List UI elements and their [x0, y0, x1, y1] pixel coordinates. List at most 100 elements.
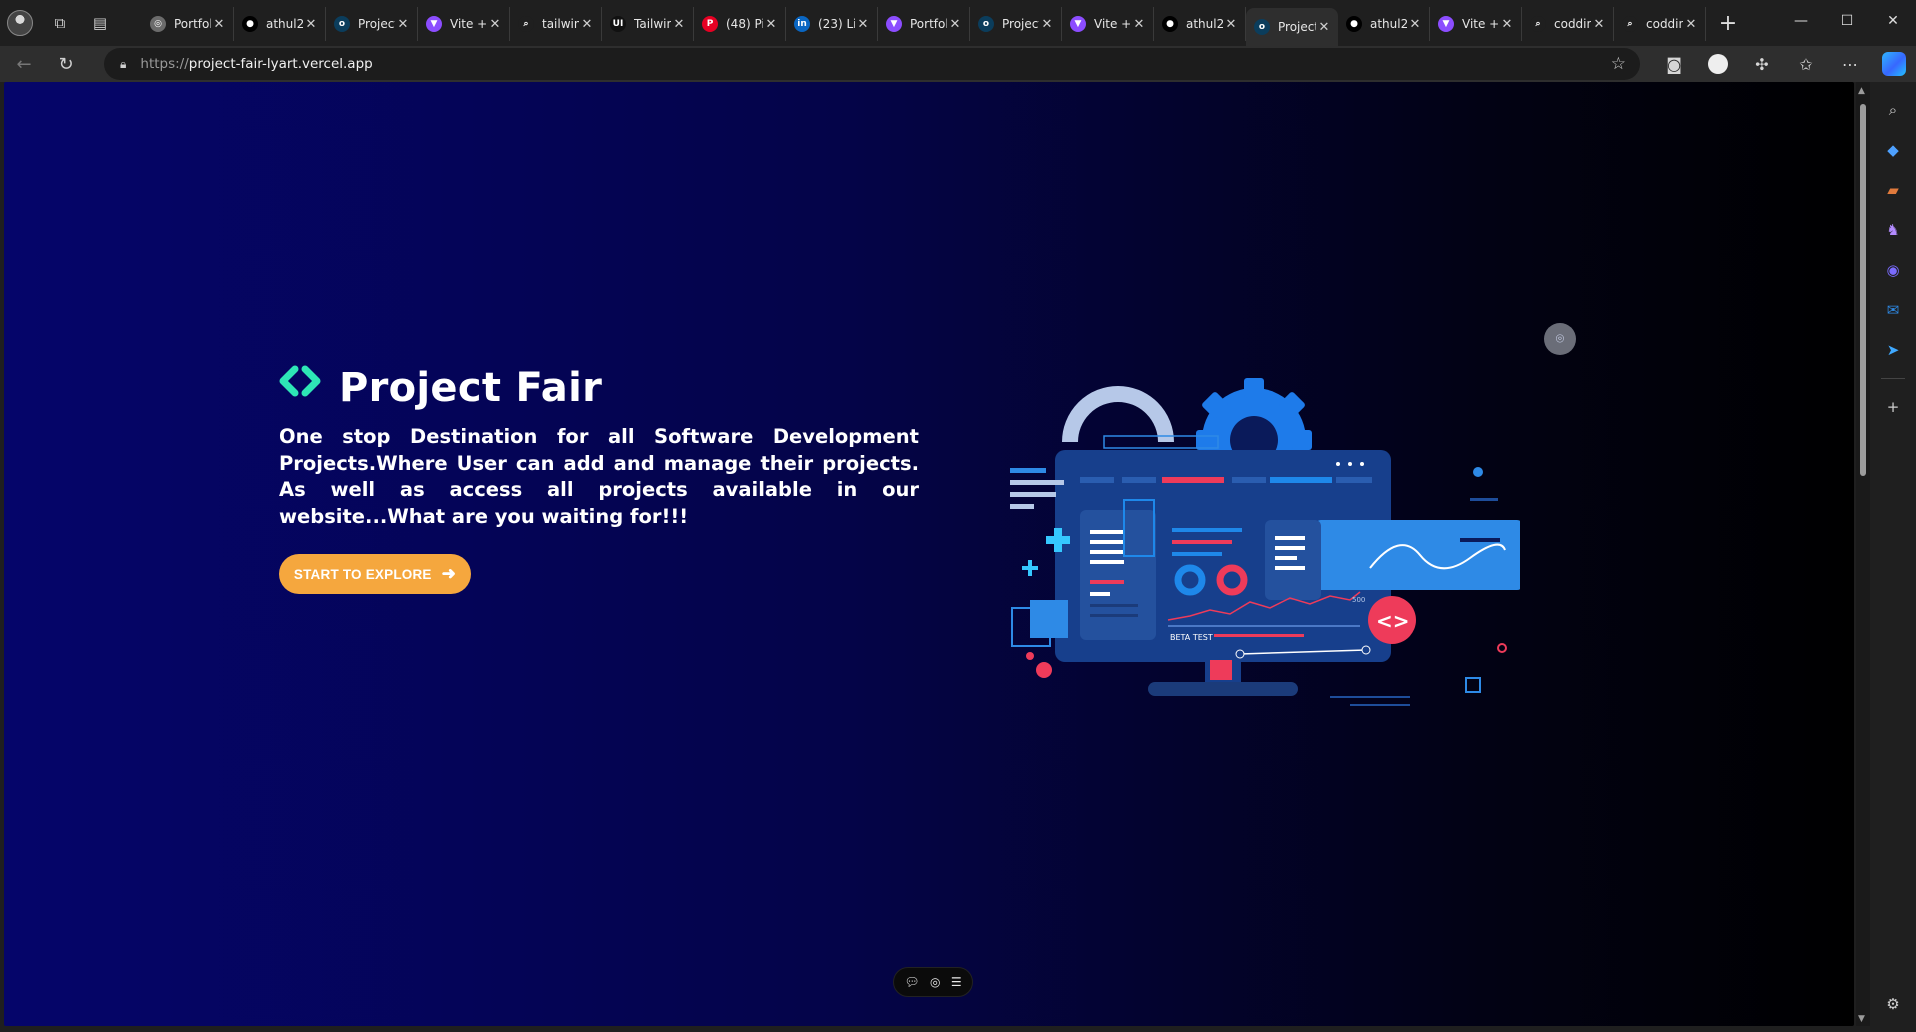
- browser-tab[interactable]: o Project ✕: [1246, 8, 1338, 46]
- scroll-down-icon[interactable]: ▼: [1858, 1014, 1865, 1024]
- tab-close-icon[interactable]: ✕: [763, 17, 779, 32]
- tab-bar: ⧉ ▤ ◎Portfolio✕●athul2✕oProject✕▼Vite + …: [0, 0, 1916, 46]
- browser-tab[interactable]: UI Tailwind✕: [602, 7, 694, 41]
- tab-title: Vite + React: [1094, 17, 1131, 31]
- search-icon[interactable]: ⌕: [1877, 94, 1909, 126]
- tab-close-icon[interactable]: ✕: [303, 17, 319, 32]
- project-fair-icon: o: [1254, 19, 1270, 35]
- games-icon[interactable]: ♞: [1877, 214, 1909, 246]
- shopping-tag-icon[interactable]: ◆: [1877, 134, 1909, 166]
- lock-icon[interactable]: 🔒︎: [120, 57, 126, 72]
- svg-text:<>: <>: [1376, 609, 1410, 633]
- minimize-icon[interactable]: —: [1778, 0, 1824, 42]
- beta-test-label: BETA TEST: [1170, 633, 1213, 642]
- browser-tab[interactable]: o Project ✕: [970, 7, 1062, 41]
- browser-tab[interactable]: ● athul2 ✕: [234, 7, 326, 41]
- globe-icon: ◎: [150, 16, 166, 32]
- page-scrollbar[interactable]: ▲ ▼: [1856, 82, 1870, 1026]
- comment-icon[interactable]: 💬︎: [904, 975, 919, 989]
- github-icon: ●: [1162, 16, 1178, 32]
- browser-tab[interactable]: ▼ Vite + React✕: [1430, 7, 1522, 41]
- back-icon[interactable]: ←: [6, 48, 42, 80]
- tab-close-icon[interactable]: ✕: [487, 17, 503, 32]
- send-icon[interactable]: ➤: [1877, 334, 1909, 366]
- favorites-icon[interactable]: ✩: [1784, 48, 1828, 80]
- search-icon: ⌕: [518, 16, 534, 32]
- outlook-icon[interactable]: ✉: [1877, 294, 1909, 326]
- tab-close-icon[interactable]: ✕: [1316, 20, 1332, 35]
- tagline: One stop Destination for all Software De…: [279, 425, 919, 528]
- vertical-tabs-icon[interactable]: ▤: [80, 0, 120, 46]
- avatar: [7, 10, 33, 36]
- extensions-icon[interactable]: ✣: [1740, 48, 1784, 80]
- chart-card: [1315, 520, 1520, 590]
- favorite-star-icon[interactable]: ☆: [1611, 54, 1626, 74]
- project-fair-icon: o: [978, 16, 994, 32]
- tab-close-icon[interactable]: ✕: [1499, 17, 1515, 32]
- tab-close-icon[interactable]: ✕: [1591, 17, 1607, 32]
- tab-title: codding: [1646, 17, 1683, 31]
- tab-close-icon[interactable]: ✕: [947, 17, 963, 32]
- dashboard-illustration: BETA TEST 500 <>: [1010, 378, 1520, 706]
- copilot-icon: [1882, 52, 1906, 76]
- tab-close-icon[interactable]: ✕: [211, 17, 227, 32]
- browser-tab[interactable]: in (23) LinkedIn✕: [786, 7, 878, 41]
- search-icon: ⌕: [1530, 16, 1546, 32]
- browser-tab[interactable]: o Project ✕: [326, 7, 418, 41]
- tools-icon[interactable]: ▰: [1877, 174, 1909, 206]
- linkedin-icon: in: [794, 16, 810, 32]
- floating-extension-icon[interactable]: ⌾: [1544, 323, 1576, 355]
- tab-title: codding: [1554, 17, 1591, 31]
- close-icon[interactable]: ✕: [1870, 0, 1916, 42]
- extension-avatar-icon[interactable]: [1696, 48, 1740, 80]
- browser-tab[interactable]: P (48) Pinterest✕: [694, 7, 786, 41]
- scroll-thumb[interactable]: [1860, 104, 1866, 476]
- browser-tab[interactable]: ⌕ codding✕: [1522, 7, 1614, 41]
- tab-title: tailwind: [542, 17, 579, 31]
- maximize-icon[interactable]: ☐: [1824, 0, 1870, 42]
- edge-sidebar: ⌕ ◆ ▰ ♞ ◉ ✉ ➤ + ⚙: [1870, 82, 1916, 1032]
- menu-icon[interactable]: ☰: [951, 975, 962, 989]
- tab-title: Project: [1002, 17, 1039, 31]
- copilot-sidebar-icon[interactable]: ◉: [1877, 254, 1909, 286]
- tab-title: (23) LinkedIn: [818, 17, 855, 31]
- workspaces-icon[interactable]: ⧉: [40, 0, 80, 46]
- browser-tab[interactable]: ⌕ codding✕: [1614, 7, 1706, 41]
- browser-tab[interactable]: ◎ Portfolio✕: [142, 7, 234, 41]
- pinterest-icon: P: [702, 16, 718, 32]
- browser-tab[interactable]: ▼ Vite + React✕: [1062, 7, 1154, 41]
- browser-tab[interactable]: ▼ Portfolio✕: [878, 7, 970, 41]
- browser-tab[interactable]: ⌕ tailwind✕: [510, 7, 602, 41]
- more-menu-icon[interactable]: ⋯: [1828, 48, 1872, 80]
- tab-close-icon[interactable]: ✕: [579, 17, 595, 32]
- github-icon: ●: [1346, 16, 1362, 32]
- tab-close-icon[interactable]: ✕: [1039, 17, 1055, 32]
- tab-close-icon[interactable]: ✕: [855, 17, 871, 32]
- vite-icon: ▼: [886, 16, 902, 32]
- browser-tab[interactable]: ● athul2 ✕: [1154, 7, 1246, 41]
- tab-title: athul2: [1370, 17, 1407, 31]
- screenshot-icon[interactable]: ◙: [1652, 48, 1696, 80]
- browser-tab[interactable]: ● athul2 ✕: [1338, 7, 1430, 41]
- copilot-button[interactable]: [1872, 48, 1916, 80]
- refresh-icon[interactable]: ↻: [48, 48, 84, 80]
- start-to-explore-button[interactable]: START TO EXPLORE ➜: [279, 554, 471, 594]
- add-icon[interactable]: +: [1877, 391, 1909, 423]
- ui-icon: UI: [610, 16, 626, 32]
- tab-title: Project: [1278, 20, 1316, 34]
- tab-close-icon[interactable]: ✕: [671, 17, 687, 32]
- tab-close-icon[interactable]: ✕: [1407, 17, 1423, 32]
- tab-close-icon[interactable]: ✕: [1223, 17, 1239, 32]
- address-bar[interactable]: 🔒︎ https://project-fair-lyart.vercel.app…: [104, 48, 1640, 80]
- tab-title: Project: [358, 17, 395, 31]
- profile-button[interactable]: [0, 0, 40, 46]
- browser-tab[interactable]: ▼ Vite + React✕: [418, 7, 510, 41]
- scroll-up-icon[interactable]: ▲: [1858, 86, 1865, 96]
- view-icon[interactable]: ◎: [930, 975, 940, 989]
- tab-close-icon[interactable]: ✕: [1683, 17, 1699, 32]
- tab-close-icon[interactable]: ✕: [1131, 17, 1147, 32]
- settings-gear-icon[interactable]: ⚙: [1877, 988, 1909, 1020]
- new-tab-button[interactable]: +: [1710, 6, 1746, 40]
- tab-close-icon[interactable]: ✕: [395, 17, 411, 32]
- sidebar-divider: [1881, 378, 1905, 379]
